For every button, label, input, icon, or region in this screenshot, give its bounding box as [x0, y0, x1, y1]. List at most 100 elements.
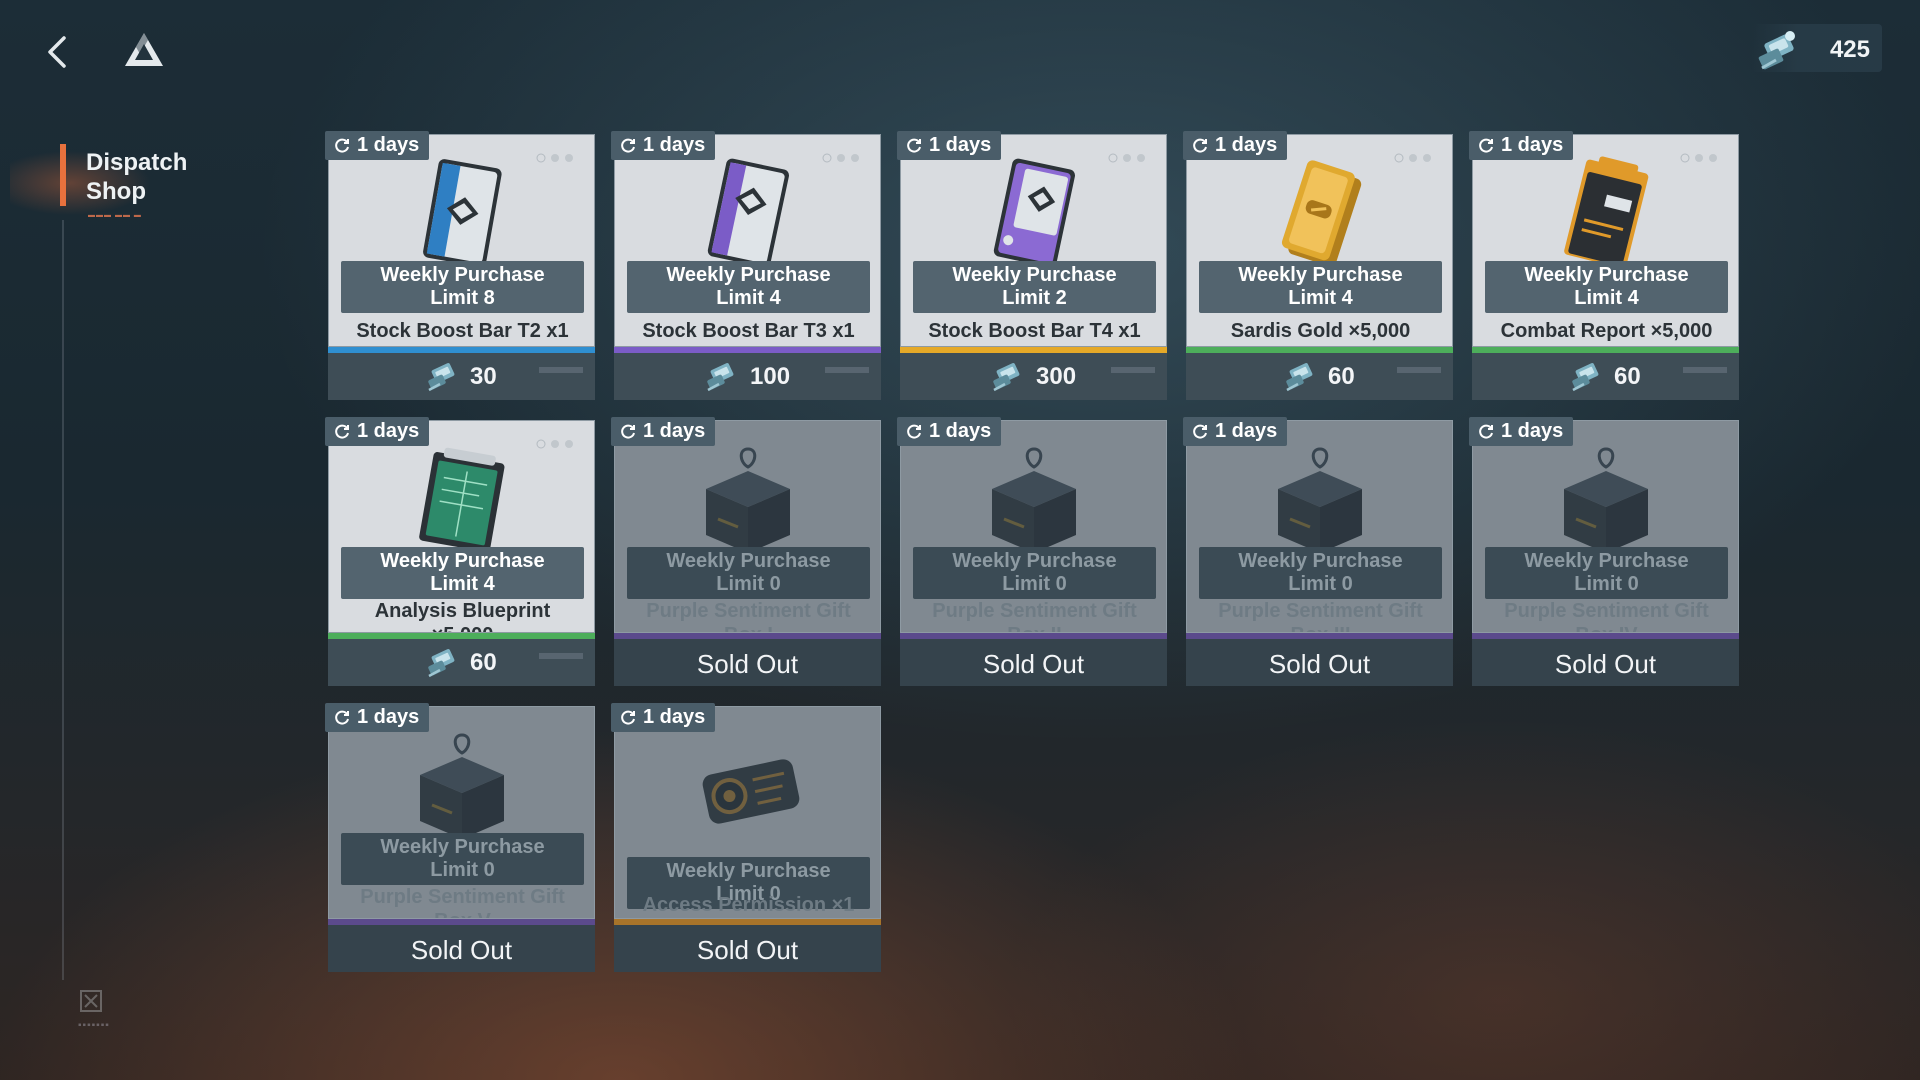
shop-item-card-sold-out[interactable]: Weekly Purchase Limit 0 Purple Sentiment…: [897, 417, 1167, 686]
timer-text: 1 days: [1215, 134, 1278, 156]
timer-text: 1 days: [643, 706, 706, 728]
dispatch-token-icon: [993, 363, 1020, 392]
purchase-limit-label: Weekly Purchase Limit 4: [1485, 261, 1728, 313]
shop-item-card-sold-out[interactable]: Weekly Purchase Limit 0 Purple Sentiment…: [611, 417, 881, 686]
purchase-limit-label: Weekly Purchase Limit 8: [341, 261, 584, 313]
footer-emblem-text: ▪▪▪▪▪▪▪: [78, 1020, 110, 1031]
combat-report-icon: [1564, 156, 1649, 269]
sold-out-bar: Sold Out: [614, 925, 881, 972]
top-bar: 425: [0, 0, 1920, 100]
item-name-line: Box III: [1191, 623, 1450, 632]
item-panel: Weekly Purchase Limit 4 Combat Report ×5…: [1472, 134, 1739, 347]
gift-box-icon: [420, 733, 504, 839]
item-panel: Weekly Purchase Limit 2 Stock Boost Bar …: [900, 134, 1167, 347]
shop-item-card[interactable]: Weekly Purchase Limit 4 Analysis Bluepri…: [325, 417, 595, 686]
refresh-icon: [335, 138, 349, 153]
item-name: Purple Sentiment Gift Box I: [619, 599, 878, 632]
gift-box-icon: [706, 447, 790, 553]
limit-count: Limit 0: [1288, 573, 1353, 595]
back-button[interactable]: [38, 30, 78, 74]
dispatch-token-icon: [1758, 31, 1795, 70]
refresh-timer: 1 days: [1469, 131, 1574, 160]
refresh-icon: [907, 424, 921, 439]
sold-out-bar: Sold Out: [1472, 639, 1739, 686]
item-name-line: Purple Sentiment Gift: [1504, 600, 1709, 622]
active-tab-indicator: [60, 144, 66, 206]
refresh-icon: [1193, 138, 1207, 153]
access-permission-icon: [702, 759, 800, 824]
currency-display: 425: [1752, 24, 1882, 72]
refresh-timer: 1 days: [1183, 131, 1288, 160]
refresh-icon: [335, 424, 349, 439]
limit-count: Limit 4: [1574, 287, 1639, 309]
price-button[interactable]: 60: [1186, 353, 1453, 400]
limit-text: Weekly Purchase: [380, 264, 545, 286]
timer-text: 1 days: [1501, 420, 1564, 442]
limit-count: Limit 0: [430, 859, 495, 881]
item-name-line: Box IV: [1477, 623, 1736, 632]
shop-item-card-sold-out[interactable]: Weekly Purchase Limit 0 Access Permissio…: [611, 703, 881, 972]
item-name-line: Purple Sentiment Gift: [932, 600, 1137, 622]
limit-text: Weekly Purchase: [666, 860, 831, 882]
sidebar: Dispatch Shop ▬▬▬ ▬▬ ▬ ▪▪▪▪▪▪▪: [0, 100, 240, 1080]
limit-text: Weekly Purchase: [1238, 550, 1403, 572]
shop-item-card[interactable]: Weekly Purchase Limit 4 Combat Report ×5…: [1469, 131, 1739, 400]
item-name: Access Permission ×1: [642, 894, 855, 916]
dispatch-token-icon: [707, 363, 734, 392]
limit-text: Weekly Purchase: [952, 264, 1117, 286]
limit-count: Limit 4: [1288, 287, 1353, 309]
footer-emblem-icon: [80, 990, 102, 1012]
shop-item-card[interactable]: Weekly Purchase Limit 2 Stock Boost Bar …: [897, 131, 1167, 400]
sold-out-bar: Sold Out: [328, 925, 595, 972]
limit-text: Weekly Purchase: [1238, 264, 1403, 286]
limit-count: Limit 0: [716, 573, 781, 595]
refresh-timer: 1 days: [611, 703, 716, 732]
price-button[interactable]: 60: [1472, 353, 1739, 400]
shop-item-card-sold-out[interactable]: Weekly Purchase Limit 0 Purple Sentiment…: [325, 703, 595, 972]
price-button[interactable]: 60: [328, 639, 595, 686]
price-amount: 30: [470, 363, 497, 390]
sidebar-item-dispatch-shop[interactable]: Dispatch Shop ▬▬▬ ▬▬ ▬: [10, 140, 230, 226]
purchase-limit-label: Weekly Purchase Limit 0: [1199, 547, 1442, 599]
item-name-line: ×5,000: [333, 623, 592, 632]
triangle-logo-icon: [125, 33, 163, 66]
item-panel: Weekly Purchase Limit 4 Stock Boost Bar …: [614, 134, 881, 347]
purchase-limit-label: Weekly Purchase Limit 0: [627, 547, 870, 599]
decor-dots: [1108, 153, 1145, 163]
item-name-line: Purple Sentiment Gift: [646, 600, 851, 622]
purchase-limit-label: Weekly Purchase Limit 0: [1485, 547, 1728, 599]
limit-text: Weekly Purchase: [666, 550, 831, 572]
decor-dots: [822, 153, 859, 163]
analysis-blueprint-icon: [419, 447, 505, 552]
price-button[interactable]: 100: [614, 353, 881, 400]
refresh-timer: 1 days: [1469, 417, 1574, 446]
stock-boost-bar-t3-icon: [707, 158, 789, 268]
timer-text: 1 days: [357, 420, 420, 442]
shop-item-card[interactable]: Weekly Purchase Limit 4 Stock Boost Bar …: [611, 131, 881, 400]
item-panel: Weekly Purchase Limit 0 Access Permissio…: [614, 706, 881, 919]
price-amount: 100: [750, 363, 791, 390]
shop-item-card[interactable]: Weekly Purchase Limit 4 Sardis Gold ×5,0…: [1183, 131, 1453, 400]
refresh-timer: 1 days: [611, 131, 716, 160]
refresh-icon: [621, 710, 635, 725]
price-amount: 300: [1036, 363, 1077, 390]
decor-dots: [1394, 153, 1431, 163]
refresh-icon: [335, 710, 349, 725]
price-button[interactable]: 30: [328, 353, 595, 400]
price-button[interactable]: 300: [900, 353, 1167, 400]
refresh-icon: [1479, 424, 1493, 439]
decor-stripes: [1111, 367, 1155, 373]
price-amount: 60: [470, 649, 497, 676]
stock-boost-bar-t2-icon: [423, 159, 502, 267]
shop-item-card[interactable]: Weekly Purchase Limit 8 Stock Boost Bar …: [325, 131, 595, 400]
shop-item-card-sold-out[interactable]: Weekly Purchase Limit 0 Purple Sentiment…: [1183, 417, 1453, 686]
shop-grid: Weekly Purchase Limit 8 Stock Boost Bar …: [325, 131, 1740, 974]
sold-out-label: Sold Out: [410, 935, 513, 965]
sidebar-divider: [62, 220, 64, 980]
decor-dots: [536, 153, 573, 163]
home-logo-button[interactable]: [122, 30, 166, 70]
decor-stripes: [1397, 367, 1441, 373]
sold-out-bar: Sold Out: [1186, 639, 1453, 686]
shop-item-card-sold-out[interactable]: Weekly Purchase Limit 0 Purple Sentiment…: [1469, 417, 1739, 686]
sold-out-bar: Sold Out: [614, 639, 881, 686]
